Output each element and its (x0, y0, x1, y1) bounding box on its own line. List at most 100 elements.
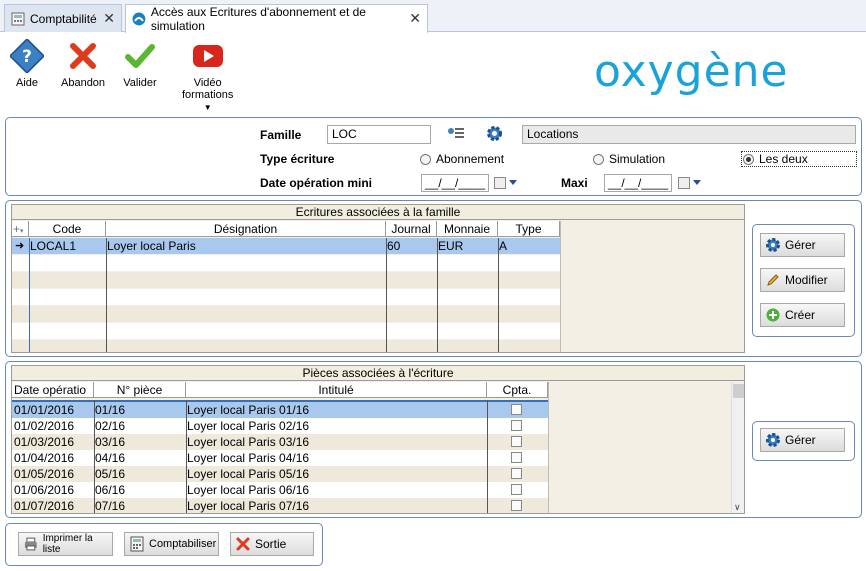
cpta-checkbox[interactable] (511, 436, 522, 447)
radio-dot[interactable] (420, 153, 431, 165)
cpta-checkbox[interactable] (511, 404, 522, 415)
video-formations-button[interactable]: Vidéo formations ▼ (182, 39, 233, 112)
gear-icon (766, 433, 780, 447)
cell-intitule: Loyer local Paris 01/16 (187, 403, 310, 417)
cell-intitule: Loyer local Paris 02/16 (187, 419, 310, 433)
gear-icon[interactable] (486, 125, 503, 142)
column-divider (437, 238, 438, 352)
sortie-button[interactable]: Sortie (230, 532, 314, 556)
checkmark-icon (125, 44, 155, 68)
cell-code: LOCAL1 (30, 239, 77, 253)
dropdown-arrow-icon[interactable] (693, 180, 701, 185)
radio-dot-selected[interactable] (743, 153, 754, 165)
column-header-type[interactable]: Type (498, 221, 560, 237)
table-row[interactable]: 01/07/2016 07/16 Loyer local Paris 07/16 (12, 498, 548, 513)
cell-monnaie: EUR (438, 239, 464, 253)
tab-acces-ecritures[interactable]: Accès aux Ecritures d'abonnement et de s… (125, 4, 428, 33)
column-divider (186, 400, 187, 513)
empty-row[interactable] (12, 323, 560, 339)
cpta-checkbox[interactable] (511, 500, 522, 511)
column-divider (106, 238, 107, 352)
calendar-icon[interactable] (494, 177, 506, 189)
radio-abonnement[interactable]: Abonnement (420, 152, 504, 166)
table-row[interactable]: 01/05/2016 05/16 Loyer local Paris 05/16 (12, 466, 548, 482)
cpta-checkbox[interactable] (511, 420, 522, 431)
column-divider (94, 400, 95, 513)
cell-intitule: Loyer local Paris 06/16 (187, 483, 310, 497)
imprimer-liste-button[interactable]: Imprimer la liste (18, 532, 113, 556)
table-row[interactable]: 01/03/2016 03/16 Loyer local Paris 03/16 (12, 434, 548, 450)
table-row[interactable]: 01/02/2016 02/16 Loyer local Paris 02/16 (12, 418, 548, 434)
pieces-panel: Pièces associées à l'écriture Date opéra… (5, 361, 862, 518)
gerer-button[interactable]: Gérer (760, 233, 845, 257)
radio-les-deux[interactable]: Les deux (741, 151, 857, 167)
list-icon[interactable] (447, 126, 465, 142)
calculator-icon (11, 12, 25, 25)
row-header-divider (29, 238, 30, 352)
table-row[interactable]: 01/06/2016 06/16 Loyer local Paris 06/16 (12, 482, 548, 498)
calendar-icon[interactable] (678, 177, 690, 189)
table-row[interactable]: 01/01/2016 01/16 Loyer local Paris 01/16 (12, 402, 548, 418)
valider-button[interactable]: Valider (123, 39, 157, 89)
column-divider (487, 400, 488, 513)
aide-button[interactable]: ? Aide (10, 39, 44, 89)
svg-text:?: ? (22, 47, 32, 67)
printer-icon (24, 537, 37, 551)
pieces-grid[interactable]: Pièces associées à l'écriture Date opéra… (11, 365, 745, 514)
close-icon[interactable]: ✕ (409, 10, 421, 27)
row-header-corner[interactable]: +▾ (12, 221, 29, 237)
column-header-monnaie[interactable]: Monnaie (437, 221, 498, 237)
column-header-cpta[interactable]: Cpta. (487, 382, 548, 398)
date-min-field[interactable]: __/__/____ (421, 174, 489, 192)
vertical-scrollbar[interactable]: ∨ (731, 382, 744, 513)
column-header-designation[interactable]: Désignation (106, 221, 386, 237)
cell-intitule: Loyer local Paris 03/16 (187, 435, 310, 449)
type-ecriture-label: Type écriture (260, 152, 335, 166)
ecritures-actions: Gérer Modifier Créer (752, 224, 855, 337)
scrollbar-thumb[interactable] (733, 384, 744, 398)
table-row[interactable]: 01/04/2016 04/16 Loyer local Paris 04/16 (12, 450, 548, 466)
cpta-checkbox[interactable] (511, 484, 522, 495)
cpta-checkbox[interactable] (511, 468, 522, 479)
dropdown-arrow-icon[interactable]: ▼ (204, 103, 212, 112)
comptabiliser-button[interactable]: Comptabiliser (124, 532, 219, 556)
empty-row[interactable] (12, 272, 560, 288)
column-header-piece[interactable]: N° pièce (94, 382, 186, 398)
column-header-date[interactable]: Date opératio (12, 382, 94, 398)
pencil-icon (767, 274, 779, 286)
ecritures-grid-title: Ecritures associées à la famille (12, 205, 744, 220)
scroll-down-arrow-icon[interactable]: ∨ (734, 502, 741, 513)
cell-date: 01/03/2016 (14, 435, 75, 449)
close-icon[interactable]: ✕ (103, 10, 115, 27)
empty-row[interactable] (12, 289, 560, 305)
cell-piece: 04/16 (95, 451, 126, 465)
maxi-label: Maxi (561, 176, 588, 190)
dropdown-arrow-icon[interactable] (509, 180, 517, 185)
tab-comptabilite[interactable]: Comptabilité ✕ (4, 4, 122, 32)
cpta-checkbox[interactable] (511, 452, 522, 463)
ecritures-grid[interactable]: Ecritures associées à la famille +▾ Code… (11, 204, 745, 353)
cell-type: A (499, 239, 508, 253)
creer-button[interactable]: Créer (760, 303, 845, 327)
cell-piece: 05/16 (95, 467, 126, 481)
table-row[interactable]: ➜ LOCAL1 Loyer local Paris 60 EUR A (12, 238, 560, 254)
empty-row[interactable] (12, 340, 560, 352)
column-header-code[interactable]: Code (29, 221, 106, 237)
radio-simulation[interactable]: Simulation (593, 152, 665, 166)
column-divider (386, 238, 387, 352)
famille-code-field[interactable]: LOC (327, 125, 431, 144)
abandon-button[interactable]: Abandon (61, 39, 105, 89)
oxygen-app-icon (132, 12, 146, 26)
cell-intitule: Loyer local Paris 07/16 (187, 499, 310, 513)
cell-designation: Loyer local Paris (107, 239, 196, 253)
cell-journal: 60 (387, 239, 401, 253)
empty-row[interactable] (12, 255, 560, 271)
empty-row[interactable] (12, 306, 560, 322)
gerer-pieces-button[interactable]: Gérer (760, 428, 845, 452)
cell-intitule: Loyer local Paris 04/16 (187, 451, 310, 465)
modifier-button[interactable]: Modifier (760, 268, 845, 292)
column-header-intitule[interactable]: Intitulé (186, 382, 487, 398)
column-header-journal[interactable]: Journal (386, 221, 437, 237)
radio-dot[interactable] (593, 153, 604, 165)
date-max-field[interactable]: __/__/____ (604, 174, 672, 192)
